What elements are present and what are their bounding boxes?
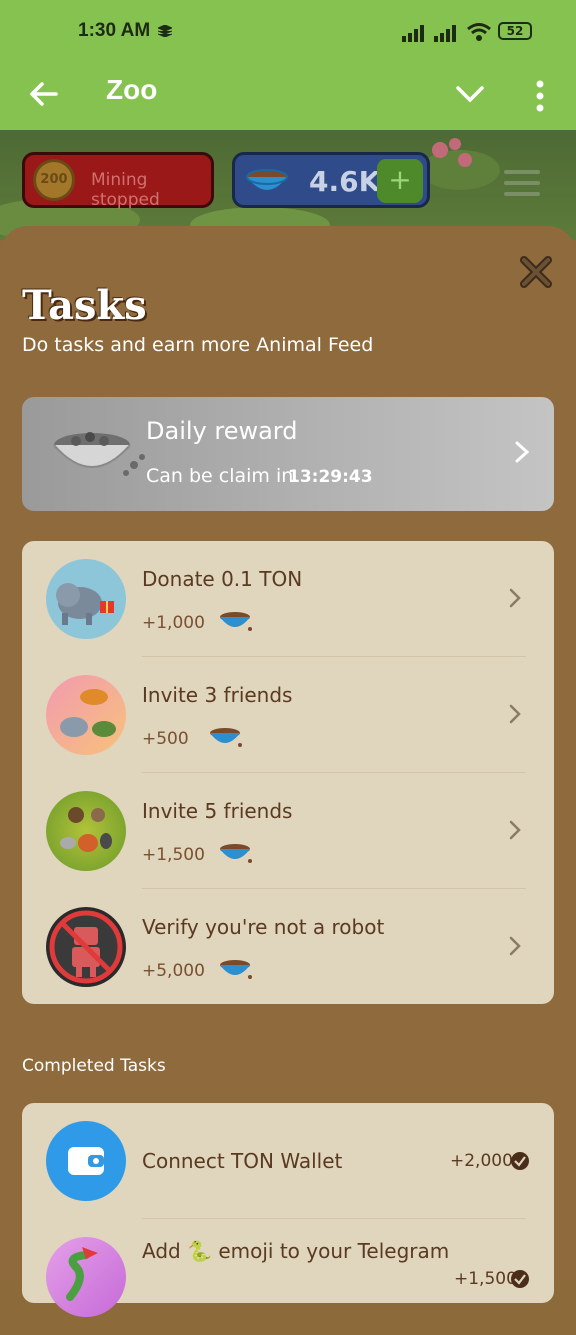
task-reward: +1,000 [142, 613, 205, 633]
wifi-icon [467, 23, 491, 41]
close-icon[interactable] [516, 252, 556, 292]
back-arrow-icon[interactable] [26, 76, 62, 112]
animals-group-large-icon [46, 791, 126, 871]
task-label: Donate 0.1 TON [142, 567, 303, 591]
snake-icon [46, 1237, 126, 1317]
feed-bowl-icon [220, 960, 252, 979]
task-reward: +5,000 [142, 961, 205, 981]
daily-reward-timer: 13:29:43 [288, 467, 373, 487]
task-reward: +500 [142, 729, 189, 749]
coin-icon: 200 [33, 159, 75, 201]
feed-balance-value: 4.6K [309, 165, 381, 198]
task-row-invite-3[interactable]: Invite 3 friends +500 [22, 657, 554, 773]
check-circle-icon [511, 1152, 529, 1170]
completed-task-label: Add 🐍 emoji to your Telegram [142, 1239, 450, 1263]
task-row-invite-5[interactable]: Invite 5 friends +1,500 [22, 773, 554, 889]
add-feed-button[interactable]: + [377, 159, 423, 203]
completed-tasks-list: Connect TON Wallet +2,000 Add 🐍 emoji to… [22, 1103, 554, 1317]
chevron-down-icon[interactable] [454, 78, 486, 110]
wallet-icon [46, 1121, 126, 1201]
page-subtitle: Do tasks and earn more Animal Feed [22, 334, 374, 356]
food-bowl-icon [53, 432, 145, 476]
feed-bowl-icon [220, 612, 252, 631]
hamburger-menu-icon[interactable] [504, 168, 540, 198]
app-title: Zoo [106, 74, 158, 105]
daily-reward-title: Daily reward [146, 417, 298, 445]
chevron-right-icon [509, 936, 521, 956]
signal-icon [402, 25, 424, 42]
chevron-right-icon [509, 588, 521, 608]
feed-bowl-icon [246, 169, 288, 190]
task-label: Verify you're not a robot [142, 915, 385, 939]
mining-status-pill[interactable]: 200 Mining stopped [22, 152, 214, 210]
daily-reward-claim-label: Can be claim in [146, 465, 294, 487]
chevron-right-icon [515, 441, 530, 463]
completed-task-reward: +2,000 [450, 1151, 513, 1171]
completed-row-snake-emoji[interactable]: Add 🐍 emoji to your Telegram +1,500 [22, 1219, 554, 1335]
status-bar: 1:30 AM 52 [0, 0, 576, 62]
mining-status-text: Mining stopped [91, 170, 160, 210]
status-time: 1:30 AM [78, 20, 151, 41]
app-bar: Zoo [0, 62, 576, 130]
more-vert-icon[interactable] [532, 76, 548, 116]
animals-group-icon [46, 675, 126, 755]
feed-balance-pill[interactable]: 4.6K + [232, 152, 430, 208]
task-reward: +1,500 [142, 845, 205, 865]
signal-icon-2 [434, 25, 456, 42]
task-label: Invite 3 friends [142, 683, 293, 707]
page-title: Tasks [22, 282, 147, 329]
completed-task-reward: +1,500 [454, 1269, 517, 1289]
task-label: Invite 5 friends [142, 799, 293, 823]
daily-reward-card[interactable]: Daily reward Can be claim in 13:29:43 [22, 397, 554, 511]
check-circle-icon [511, 1270, 529, 1288]
elephant-gift-icon [46, 559, 126, 639]
tasks-list: Donate 0.1 TON +1,000 Invite 3 friends +… [22, 541, 554, 1004]
completed-tasks-heading: Completed Tasks [22, 1056, 166, 1076]
feed-bowl-icon [220, 844, 252, 863]
task-row-verify[interactable]: Verify you're not a robot +5,000 [22, 889, 554, 1005]
no-robot-icon [46, 907, 126, 987]
task-row-donate[interactable]: Donate 0.1 TON +1,000 [22, 541, 554, 657]
completed-row-wallet[interactable]: Connect TON Wallet +2,000 [22, 1103, 554, 1219]
feed-bowl-icon [210, 728, 242, 747]
chevron-right-icon [509, 704, 521, 724]
stack-icon [158, 25, 172, 37]
chevron-right-icon [509, 820, 521, 840]
battery-icon: 52 [498, 22, 532, 40]
completed-task-label: Connect TON Wallet [142, 1149, 343, 1173]
